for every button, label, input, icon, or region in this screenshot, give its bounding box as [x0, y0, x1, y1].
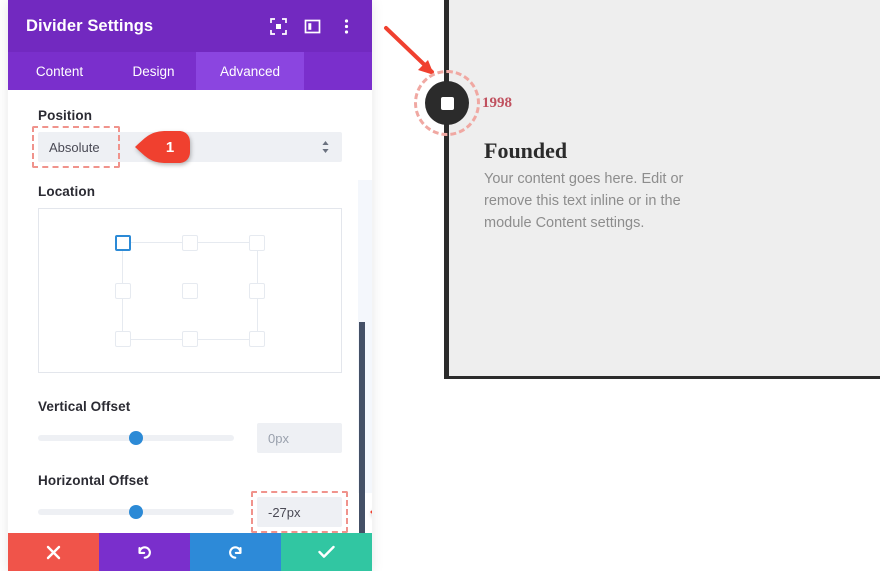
check-icon: [318, 545, 335, 558]
position-select-value: Absolute: [49, 139, 100, 155]
vertical-offset-slider[interactable]: [38, 431, 234, 445]
preview-year: 1998: [482, 95, 512, 111]
horizontal-offset-input[interactable]: -27px: [257, 497, 342, 527]
location-cell-middle-right[interactable]: [249, 282, 265, 299]
horizontal-offset-row: -27px 2: [38, 491, 372, 533]
vertical-offset-slider-knob[interactable]: [129, 431, 143, 445]
preview-title: Founded: [484, 138, 568, 163]
divider-settings-panel: Divider Settings Content Design Advanced…: [8, 0, 372, 571]
annotation-badge-2-number: 2: [370, 495, 372, 529]
redo-button[interactable]: [190, 533, 281, 571]
position-select-row: Absolute 1: [32, 126, 342, 168]
annotation-badge-1-number: 1: [165, 138, 175, 156]
location-cell-top-left[interactable]: [115, 234, 131, 251]
location-cell-bottom-right[interactable]: [249, 330, 265, 347]
location-picker[interactable]: [38, 208, 342, 373]
location-cell-top-center[interactable]: [182, 234, 198, 251]
screenshot-root: Divider Settings Content Design Advanced…: [0, 0, 880, 571]
panel-body: Position Absolute 1 Location Vertical Of…: [8, 90, 372, 533]
panel-header-icons: [268, 16, 356, 36]
location-cell-bottom-left[interactable]: [115, 330, 131, 347]
vertical-offset-label: Vertical Offset: [38, 399, 131, 414]
position-field: Position Absolute 1: [8, 108, 372, 168]
close-icon: [46, 545, 61, 559]
timeline-marker[interactable]: [425, 81, 469, 125]
location-cell-middle-left[interactable]: [115, 282, 131, 299]
stepper-arrows-icon: [322, 141, 329, 153]
annotation-badge-1: 1: [135, 130, 191, 164]
more-options-icon[interactable]: [336, 16, 356, 36]
horizontal-offset-slider[interactable]: [38, 505, 234, 519]
location-label: Location: [38, 184, 96, 199]
horizontal-offset-label: Horizontal Offset: [38, 473, 149, 488]
annotation-badge-2: 2: [370, 495, 372, 529]
undo-icon: [138, 545, 151, 559]
horizontal-offset-slider-knob[interactable]: [129, 505, 143, 519]
location-cell-middle-center[interactable]: [182, 282, 198, 299]
undo-button[interactable]: [99, 533, 190, 571]
vertical-offset-row: 0px: [38, 423, 342, 453]
tab-design[interactable]: Design: [111, 52, 196, 90]
location-cell-bottom-center[interactable]: [182, 330, 198, 347]
tab-advanced[interactable]: Advanced: [196, 52, 304, 90]
panel-title: Divider Settings: [26, 16, 154, 35]
panel-tabs: Content Design Advanced: [8, 52, 372, 90]
panel-header: Divider Settings: [8, 0, 372, 52]
redo-icon: [229, 545, 242, 559]
save-button[interactable]: [281, 533, 372, 571]
location-cell-top-right[interactable]: [249, 234, 265, 251]
vertical-offset-input[interactable]: 0px: [257, 423, 342, 453]
layout-panel-icon[interactable]: [302, 16, 322, 36]
tab-content[interactable]: Content: [8, 52, 111, 90]
cancel-button[interactable]: [8, 533, 99, 571]
panel-scrollbar-thumb[interactable]: [359, 322, 365, 533]
horizontal-offset-field: Horizontal Offset -27px 2: [8, 473, 372, 533]
preview-body-text: Your content goes here. Edit or remove t…: [484, 171, 684, 231]
location-field: Location: [8, 184, 372, 373]
position-label: Position: [38, 108, 93, 123]
location-grid: [115, 234, 265, 347]
fullscreen-icon[interactable]: [268, 16, 288, 36]
panel-footer: [8, 533, 372, 571]
timeline-marker-inner-square: [440, 96, 454, 110]
vertical-offset-field: Vertical Offset 0px: [8, 399, 372, 453]
